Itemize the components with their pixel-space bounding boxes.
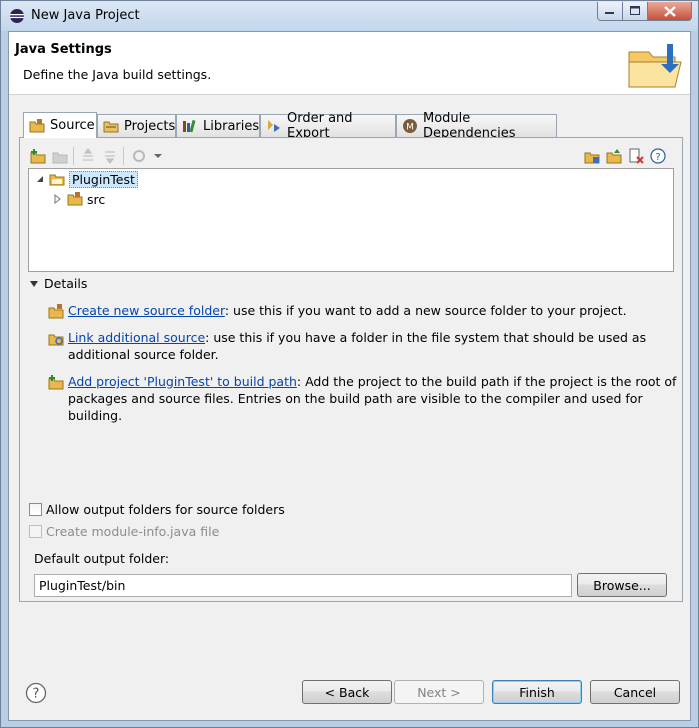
tab-projects[interactable]: Projects	[97, 114, 176, 137]
details-title: Details	[44, 276, 88, 291]
detail-text: : use this if you want to add a new sour…	[224, 303, 627, 318]
add-to-build-path-icon	[48, 375, 64, 390]
checkbox-label: Allow output folders for source folders	[46, 502, 285, 517]
projects-icon	[103, 121, 119, 133]
create-module-info-checkbox: Create module-info.java file	[29, 524, 219, 539]
checkbox-label: Create module-info.java file	[46, 524, 220, 539]
configure-icon[interactable]	[132, 148, 148, 164]
create-source-folder-link[interactable]: Create new source folder	[68, 303, 225, 318]
checkbox-box	[29, 525, 42, 538]
detail-create-source: Create new source folder: use this if yo…	[48, 302, 678, 319]
remove-icon[interactable]	[628, 148, 644, 164]
finish-button[interactable]: Finish	[492, 680, 582, 704]
dialog-client: Java Settings Define the Java build sett…	[8, 31, 691, 721]
detail-link-source: Link additional source: use this if you …	[48, 329, 678, 363]
source-tree[interactable]: PluginTest src	[28, 168, 674, 272]
libraries-icon	[183, 119, 196, 133]
help-icon[interactable]: ?	[25, 682, 47, 704]
link-source-icon[interactable]	[52, 148, 68, 164]
detail-add-project: Add project 'PluginTest' to build path: …	[48, 373, 678, 424]
expanded-arrow-icon[interactable]	[35, 174, 45, 184]
checkbox-box[interactable]	[29, 503, 42, 516]
tab-libraries[interactable]: Libraries	[176, 114, 260, 137]
page-description: Define the Java build settings.	[23, 67, 212, 82]
minimize-button[interactable]	[597, 2, 623, 21]
tree-item-src[interactable]: src	[53, 189, 105, 209]
source-toolbar: ?	[28, 145, 674, 167]
move-up-icon[interactable]	[80, 148, 96, 164]
cancel-button[interactable]: Cancel	[590, 680, 680, 704]
java-project-wizard-icon	[628, 44, 682, 88]
back-button[interactable]: < Back	[302, 680, 392, 704]
wizard-header: Java Settings Define the Java build sett…	[9, 32, 690, 95]
svg-text:?: ?	[33, 687, 40, 702]
close-icon	[663, 5, 676, 17]
module-icon: M	[403, 119, 417, 133]
tab-label: Projects	[124, 118, 176, 134]
expanded-triangle-icon	[30, 280, 38, 287]
add-project-build-path-link[interactable]: Add project 'PluginTest' to build path	[68, 374, 297, 389]
tree-item-project[interactable]: PluginTest	[35, 169, 138, 189]
maximize-button[interactable]	[623, 2, 648, 21]
source-tab-panel: ? PluginTest src Details Create new sour…	[19, 137, 683, 602]
minimize-icon	[605, 12, 614, 14]
window-title: New Java Project	[31, 8, 140, 23]
output-folder-label: Default output folder:	[34, 551, 170, 566]
tree-item-label: src	[87, 191, 106, 207]
tree-item-label: PluginTest	[69, 170, 138, 188]
order-export-icon	[268, 120, 280, 132]
page-title: Java Settings	[15, 42, 112, 57]
add-linked-folder-icon[interactable]	[606, 148, 622, 164]
maximize-icon	[629, 6, 640, 15]
source-folder-icon	[29, 118, 45, 132]
next-button: Next >	[394, 680, 484, 704]
tab-label: Libraries	[203, 118, 260, 134]
svg-text:M: M	[406, 123, 414, 133]
eclipse-icon	[10, 9, 24, 23]
tab-folder: Source Projects Libraries Order and Expo…	[19, 111, 683, 602]
link-additional-source-link[interactable]: Link additional source	[68, 330, 205, 345]
add-folder-icon[interactable]	[584, 148, 600, 164]
toolbar-separator	[123, 147, 124, 165]
tab-order-export[interactable]: Order and Export	[260, 111, 396, 141]
dialog-window: New Java Project Java Settings Define th…	[0, 0, 699, 728]
toolbar-separator	[73, 147, 74, 165]
tab-source[interactable]: Source	[23, 112, 97, 138]
details-section-toggle[interactable]: Details	[30, 276, 87, 291]
svg-text:?: ?	[655, 152, 660, 163]
tab-label: Source	[50, 118, 95, 133]
title-bar[interactable]: New Java Project	[1, 1, 698, 31]
chevron-down-icon[interactable]	[152, 148, 164, 164]
link-folder-icon	[48, 334, 64, 346]
source-folder-icon	[67, 192, 83, 206]
collapsed-arrow-icon[interactable]	[53, 194, 63, 204]
window-controls	[597, 2, 692, 21]
output-folder-input[interactable]	[34, 574, 572, 597]
close-button[interactable]	[648, 2, 692, 21]
allow-output-folders-checkbox[interactable]: Allow output folders for source folders	[29, 502, 285, 517]
project-folder-icon	[49, 174, 65, 186]
move-down-icon[interactable]	[102, 148, 118, 164]
tab-module-dependencies[interactable]: M Module Dependencies	[396, 111, 557, 141]
new-source-folder-icon	[48, 304, 64, 319]
add-source-folder-icon[interactable]	[30, 148, 46, 164]
browse-button[interactable]: Browse...	[577, 573, 667, 597]
help-icon[interactable]: ?	[650, 148, 666, 164]
